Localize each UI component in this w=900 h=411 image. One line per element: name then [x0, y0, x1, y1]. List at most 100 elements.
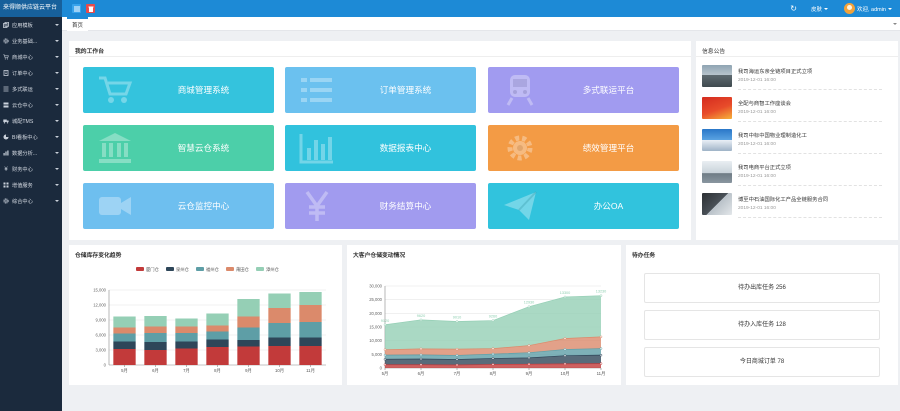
x-tick-label: 11月: [306, 368, 315, 374]
chevron-down-icon[interactable]: [893, 23, 897, 25]
sidebar-item-label: 增值服务: [12, 182, 33, 189]
chevron-down-icon: [55, 56, 59, 58]
sidebar-item[interactable]: 综合中心: [0, 193, 62, 209]
x-tick-label: 9月: [526, 371, 533, 377]
y-tick-label: 30,000: [369, 284, 382, 289]
app-tile[interactable]: 财务结算中心: [285, 183, 476, 229]
copy-icon: [3, 22, 9, 28]
inventory-chart-panel: 仓储库存变化趋势 厦门仓 泉州仓 福州仓 莆田仓 漳州仓 0 3,000 6,000 9,000…: [69, 245, 342, 385]
divider: [738, 185, 882, 186]
news-item[interactable]: 我司中标中国物业理制造化工 2019-12-01 16:00: [702, 129, 882, 161]
bar-segment: [268, 346, 291, 365]
x-tick-label: 7月: [183, 368, 190, 374]
bar-chart-icon: [299, 132, 335, 164]
train-icon: [502, 74, 538, 106]
yen-icon: [299, 190, 335, 222]
y-tick-label: 20,000: [369, 311, 382, 316]
legend-swatch: [166, 267, 174, 271]
list-icon: [3, 86, 9, 92]
chevron-down-icon: [823, 7, 828, 10]
sidebar-item-label: 云仓中心: [12, 102, 33, 109]
y-tick-label: 9,000: [96, 318, 107, 323]
data-point: [491, 352, 495, 356]
svg-text:¥: ¥: [4, 167, 8, 172]
task-item[interactable]: 待办入库任务 128: [644, 310, 880, 340]
skin-menu[interactable]: 皮肤: [811, 5, 828, 13]
app-tile-label: 订单管理系统: [379, 85, 432, 95]
app-tile[interactable]: 智慧云仓系统: [83, 125, 274, 171]
sidebar-item[interactable]: 城配TMS: [0, 113, 62, 129]
bar-segment: [175, 326, 198, 333]
sidebar-item[interactable]: 业务基础...: [0, 33, 62, 49]
app-tile[interactable]: 数据报表中心: [285, 125, 476, 171]
bar-segment: [175, 333, 198, 342]
bar-segment: [206, 313, 229, 326]
sidebar-item[interactable]: 应用模板: [0, 17, 62, 33]
bar-segment: [175, 318, 198, 327]
chevron-down-icon: [55, 24, 59, 26]
sidebar-item[interactable]: 云仓中心: [0, 97, 62, 113]
data-point: [455, 320, 459, 323]
avatar[interactable]: [843, 3, 855, 14]
menu-toggle-button[interactable]: [72, 4, 81, 13]
yen-icon: ¥: [3, 166, 9, 172]
news-item-title[interactable]: 博至中石油国际化工产品全链服务合同: [738, 195, 828, 203]
sidebar-item[interactable]: 多式联运: [0, 81, 62, 97]
divider: [738, 89, 882, 90]
task-item[interactable]: 今日商城订单 78: [644, 347, 880, 377]
data-point: [527, 305, 531, 308]
x-tick-label: 10月: [560, 371, 569, 377]
y-tick-label: 6,000: [96, 333, 107, 338]
data-point: [527, 362, 531, 366]
app-title: 来得顺供应链云平台: [0, 0, 62, 17]
bar-segment: [113, 327, 136, 334]
bar-segment: [144, 326, 167, 333]
sidebar-item[interactable]: 订单中心: [0, 65, 62, 81]
server-icon: [3, 102, 9, 108]
app-tile[interactable]: 多式联运平台: [488, 67, 679, 113]
user-menu[interactable]: 欢迎, admin: [857, 5, 892, 13]
news-item-title[interactable]: 我司电商平台正式立项: [738, 163, 791, 171]
news-item[interactable]: 我司海运东亲全链项目正式立项 2019-12-01 16:00: [702, 65, 882, 97]
legend-label: 漳州仓: [266, 266, 280, 273]
sidebar-item-label: 业务基础...: [12, 38, 38, 45]
app-tile-label: 商城管理系统: [177, 85, 230, 95]
data-point: [419, 318, 423, 322]
sidebar-item-label: 多式联运: [12, 86, 33, 93]
bar-segment: [206, 325, 229, 332]
delete-button[interactable]: [86, 4, 95, 13]
news-item-title[interactable]: 我司中标中国物业理制造化工: [738, 131, 807, 139]
app-tile[interactable]: 绩效管理平台: [488, 125, 679, 171]
truck-icon: [3, 118, 9, 124]
x-tick-label: 7月: [454, 371, 461, 377]
tab-home[interactable]: 首页: [67, 17, 89, 31]
bar-segment: [299, 346, 322, 365]
sidebar-item[interactable]: 数据分析...: [0, 145, 62, 161]
news-item[interactable]: 我司电商平台正式立项 2019-12-01 16:00: [702, 161, 882, 193]
divider: [738, 153, 882, 154]
news-item[interactable]: 博至中石油国际化工产品全链服务合同 2019-12-01 16:00: [702, 193, 882, 225]
y-tick-label: 0: [380, 366, 383, 371]
sidebar-item[interactable]: 商城中心: [0, 49, 62, 65]
task-item[interactable]: 待办出库任务 256: [644, 273, 880, 303]
news-item-title[interactable]: 全配与商智工作座谈会: [738, 99, 791, 107]
sidebar-item[interactable]: 增值服务: [0, 177, 62, 193]
news-thumbnail: [702, 97, 732, 119]
chevron-down-icon: [55, 40, 59, 42]
data-point: [491, 347, 495, 350]
sidebar-item[interactable]: ¥ 财务中心: [0, 161, 62, 177]
data-point: [383, 358, 387, 361]
legend-label: 福州仓: [206, 266, 220, 273]
app-tile[interactable]: 云仓监控中心: [83, 183, 274, 229]
sidebar-item-label: 数据分析...: [12, 150, 38, 157]
sidebar-item[interactable]: BI看板中心: [0, 129, 62, 145]
app-tile[interactable]: 商城管理系统: [83, 67, 274, 113]
app-tile[interactable]: 订单管理系统: [285, 67, 476, 113]
news-item-title[interactable]: 我司海运东亲全链项目正式立项: [738, 67, 812, 75]
bar-segment: [299, 305, 322, 322]
news-panel: 信息公告 我司海运东亲全链项目正式立项 2019-12-01 16:00 全配与商智…: [696, 41, 898, 240]
news-thumbnail: [702, 193, 732, 215]
refresh-icon[interactable]: ↻: [790, 4, 797, 13]
news-item[interactable]: 全配与商智工作座谈会 2019-12-01 16:00: [702, 97, 882, 129]
app-tile[interactable]: 办公OA: [488, 183, 679, 229]
